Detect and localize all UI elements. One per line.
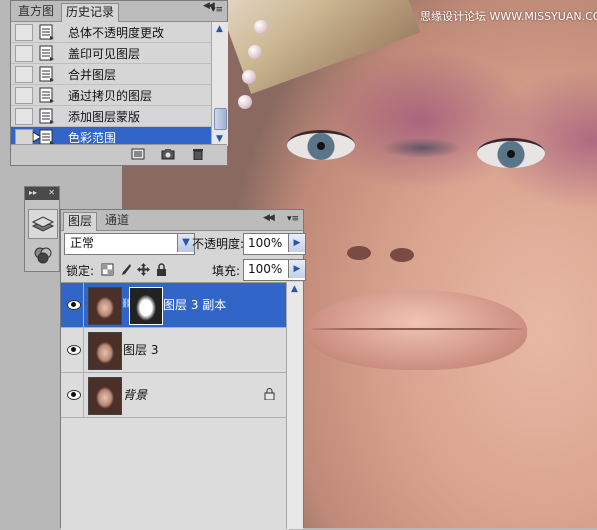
- snapshot-source-checkbox[interactable]: [15, 66, 33, 83]
- hair-beads: [234, 0, 274, 200]
- bead: [242, 70, 256, 84]
- lock-label: 锁定:: [66, 264, 95, 278]
- scroll-up-icon[interactable]: ▲: [212, 22, 227, 36]
- history-item-label: 合并图层: [68, 68, 117, 82]
- tab-histogram[interactable]: 直方图: [14, 3, 58, 21]
- layer-name[interactable]: 图层 3 副本: [163, 296, 226, 313]
- layer-name[interactable]: 图层 3: [123, 341, 158, 358]
- fill-field[interactable]: 100% ▶: [243, 259, 306, 281]
- right-pupil: [507, 150, 515, 158]
- blend-mode-select[interactable]: 正常 ▼: [64, 233, 195, 255]
- dock-header[interactable]: ▸▸ ✕: [25, 187, 59, 200]
- channels-icon: [34, 247, 52, 264]
- history-item-label: 添加图层蒙版: [68, 110, 141, 124]
- snapshot-source-checkbox[interactable]: [15, 24, 33, 41]
- eye-icon[interactable]: [67, 300, 81, 310]
- collapse-icon[interactable]: ◀◀: [263, 213, 275, 223]
- layers-panel: 图层 通道 ◀◀ ▾≡ 正常 ▼ 不透明度: 100% ▶ 锁定: 填充: 10…: [60, 209, 306, 530]
- history-tabstrip: 直方图 历史记录 ◀◀ ▾≡: [11, 1, 227, 22]
- lock-transparency-icon[interactable]: [101, 263, 114, 276]
- eye-icon[interactable]: [67, 390, 81, 400]
- history-state-icon: [39, 45, 54, 61]
- fill-label: 填充:: [212, 264, 241, 278]
- scroll-thumb[interactable]: [214, 108, 227, 130]
- history-list: 总体不透明度更改 盖印可见图层 合并图层 通过拷贝的图层 添加图层蒙版 色彩范围: [11, 22, 211, 146]
- history-item-label: 通过拷贝的图层: [68, 89, 153, 103]
- lips: [307, 290, 527, 370]
- panel-menu-icon[interactable]: ▾≡: [285, 213, 301, 226]
- layer-thumbnail[interactable]: [88, 287, 122, 325]
- scroll-up-icon[interactable]: ▲: [287, 282, 302, 296]
- layers-tabstrip: 图层 通道 ◀◀ ▾≡: [61, 210, 303, 231]
- history-item[interactable]: 总体不透明度更改: [11, 22, 211, 43]
- visibility-toggle[interactable]: [63, 283, 84, 327]
- close-icon[interactable]: ✕: [48, 187, 55, 199]
- opacity-label: 不透明度:: [192, 237, 245, 251]
- history-item[interactable]: 添加图层蒙版: [11, 106, 211, 127]
- layer-mask-thumbnail[interactable]: [129, 287, 163, 325]
- lock-position-move-icon[interactable]: [137, 263, 150, 276]
- history-item[interactable]: 通过拷贝的图层: [11, 85, 211, 106]
- history-scrollbar[interactable]: ▲ ▼: [211, 22, 228, 146]
- lock-image-brush-icon[interactable]: [119, 263, 132, 276]
- panel-menu-icon[interactable]: ▾≡: [209, 4, 225, 17]
- visibility-toggle[interactable]: [63, 373, 84, 417]
- opacity-value: 100%: [248, 236, 283, 250]
- layer-row[interactable]: 图层 3: [61, 328, 289, 373]
- lip-line: [312, 328, 522, 330]
- left-nostril: [347, 246, 371, 260]
- bead: [254, 20, 268, 34]
- history-state-icon: [39, 108, 54, 124]
- history-item-label: 总体不透明度更改: [68, 26, 165, 40]
- layer-thumbnail[interactable]: [88, 377, 122, 415]
- layer-thumbnail[interactable]: [88, 332, 122, 370]
- new-snapshot-icon[interactable]: [161, 148, 175, 160]
- tab-history[interactable]: 历史记录: [61, 3, 120, 22]
- snapshot-source-checkbox[interactable]: [15, 87, 33, 104]
- eye-icon[interactable]: [67, 345, 81, 355]
- snapshot-source-checkbox[interactable]: [15, 45, 33, 62]
- layer-lock-icon: [264, 388, 275, 400]
- history-state-icon: [39, 129, 54, 145]
- layers-scrollbar[interactable]: ▲: [286, 282, 303, 529]
- history-item[interactable]: 合并图层: [11, 64, 211, 85]
- history-state-icon: [39, 66, 54, 82]
- history-state-icon: [39, 87, 54, 103]
- new-document-from-state-icon[interactable]: [131, 148, 145, 160]
- history-item[interactable]: 盖印可见图层: [11, 43, 211, 64]
- expand-icon[interactable]: ▸▸: [29, 188, 37, 197]
- right-nostril: [390, 248, 414, 262]
- tab-channels[interactable]: 通道: [101, 212, 133, 230]
- blend-mode-value: 正常: [70, 236, 95, 250]
- visibility-toggle[interactable]: [63, 328, 84, 372]
- history-item-label: 盖印可见图层: [68, 47, 141, 61]
- opacity-field[interactable]: 100% ▶: [243, 233, 306, 255]
- tab-layers[interactable]: 图层: [63, 212, 98, 231]
- fill-value: 100%: [248, 262, 283, 276]
- history-bottom-bar: [11, 144, 227, 165]
- opacity-slider-arrow-icon[interactable]: ▶: [288, 234, 305, 252]
- layer-row-selected[interactable]: ⛓ 图层 3 副本: [61, 283, 289, 328]
- bead: [238, 95, 252, 109]
- layers-panel-button[interactable]: [28, 209, 58, 239]
- history-state-icon: [39, 24, 54, 40]
- layers-icon: [31, 216, 55, 232]
- channels-panel-button[interactable]: [28, 241, 58, 271]
- delete-icon[interactable]: [191, 148, 205, 160]
- snapshot-source-checkbox[interactable]: [15, 108, 33, 125]
- layer-name[interactable]: 背景: [123, 386, 147, 403]
- layer-list: ⛓ 图层 3 副本 图层 3 背景: [61, 282, 289, 530]
- left-pupil: [317, 142, 325, 150]
- link-chain-icon[interactable]: ⛓: [121, 299, 132, 311]
- lock-all-icon[interactable]: [155, 263, 168, 276]
- watermark-text: 思缘设计论坛 WWW.MISSYUAN.COM: [420, 10, 597, 23]
- bead: [248, 45, 262, 59]
- collapsed-panel-dock: ▸▸ ✕: [24, 186, 60, 272]
- fill-slider-arrow-icon[interactable]: ▶: [288, 260, 305, 278]
- history-panel: 直方图 历史记录 ◀◀ ▾≡ 总体不透明度更改 盖印可见图层 合并图层 通过拷贝…: [10, 0, 228, 166]
- layer-row-background[interactable]: 背景: [61, 373, 289, 418]
